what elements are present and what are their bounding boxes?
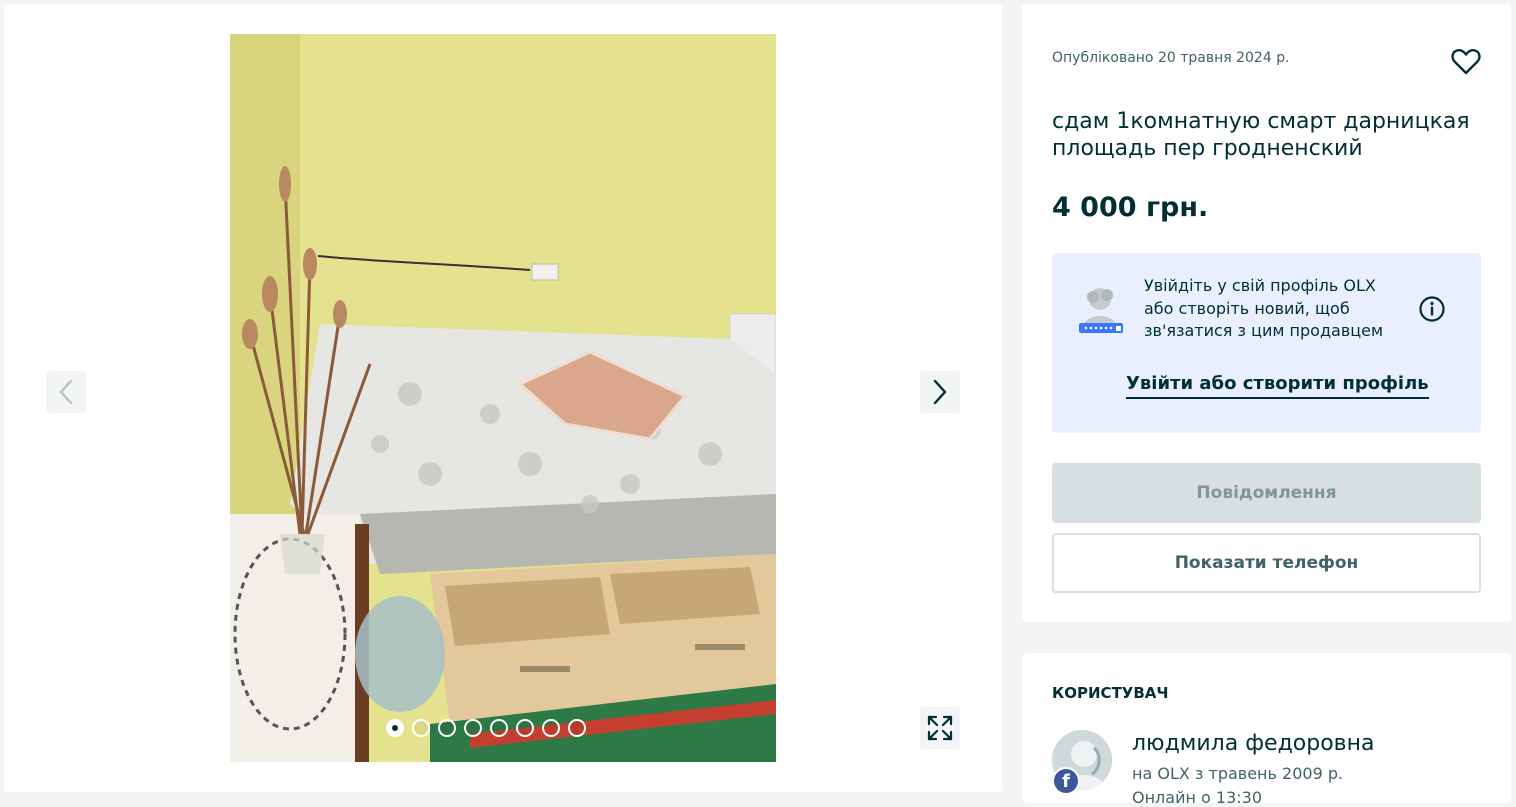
posted-date: Опубліковано 20 травня 2024 р. (1052, 50, 1290, 66)
photo-dot-5[interactable] (490, 719, 508, 737)
seller-last-online: Онлайн о 13:30 (1132, 788, 1263, 807)
expand-icon (927, 715, 953, 741)
photo-dot-2[interactable] (412, 719, 430, 737)
photo-pagination (386, 719, 586, 741)
ad-price: 4 000 грн. (1052, 192, 1209, 223)
seller-name[interactable]: людмила федоровна (1132, 731, 1375, 756)
message-button[interactable]: Повідомлення (1052, 463, 1481, 523)
ad-info-card: Опубліковано 20 травня 2024 р. сдам 1ком… (1022, 4, 1511, 622)
chevron-right-icon (933, 379, 947, 405)
favorite-button[interactable] (1450, 46, 1482, 78)
photo-dot-6[interactable] (516, 719, 534, 737)
previous-photo-button[interactable] (46, 371, 86, 413)
photo-dot-1[interactable] (386, 719, 404, 737)
ad-title: сдам 1комнатную смарт дарницкая площадь … (1052, 109, 1470, 161)
photo-dot-4[interactable] (464, 719, 482, 737)
photo-dot-7[interactable] (542, 719, 560, 737)
login-or-register-link[interactable]: Увійти або створити профіль (1126, 373, 1429, 399)
seller-since: на OLX з травень 2009 р. (1132, 764, 1344, 783)
profile-lock-icon (1079, 288, 1123, 333)
listing-photo[interactable] (230, 34, 776, 762)
chevron-left-icon (59, 379, 73, 405)
next-photo-button[interactable] (920, 371, 960, 413)
fullscreen-button[interactable] (920, 707, 960, 749)
photo-gallery (4, 4, 1002, 792)
photo-dot-8[interactable] (568, 719, 586, 737)
login-prompt-text: Увійдіть у свій профіль OLX або створіть… (1144, 276, 1384, 340)
photo-dot-3[interactable] (438, 719, 456, 737)
login-prompt: Увійдіть у свій профіль OLX або створіть… (1052, 253, 1481, 433)
info-icon[interactable] (1418, 295, 1446, 323)
seller-card: КОРИСТУВАЧ f людмила федоровна на OLX з … (1022, 653, 1511, 807)
facebook-icon: f (1052, 767, 1080, 795)
seller-heading: КОРИСТУВАЧ (1052, 684, 1169, 702)
heart-icon (1451, 49, 1481, 75)
show-phone-button[interactable]: Показати телефон (1052, 533, 1481, 593)
